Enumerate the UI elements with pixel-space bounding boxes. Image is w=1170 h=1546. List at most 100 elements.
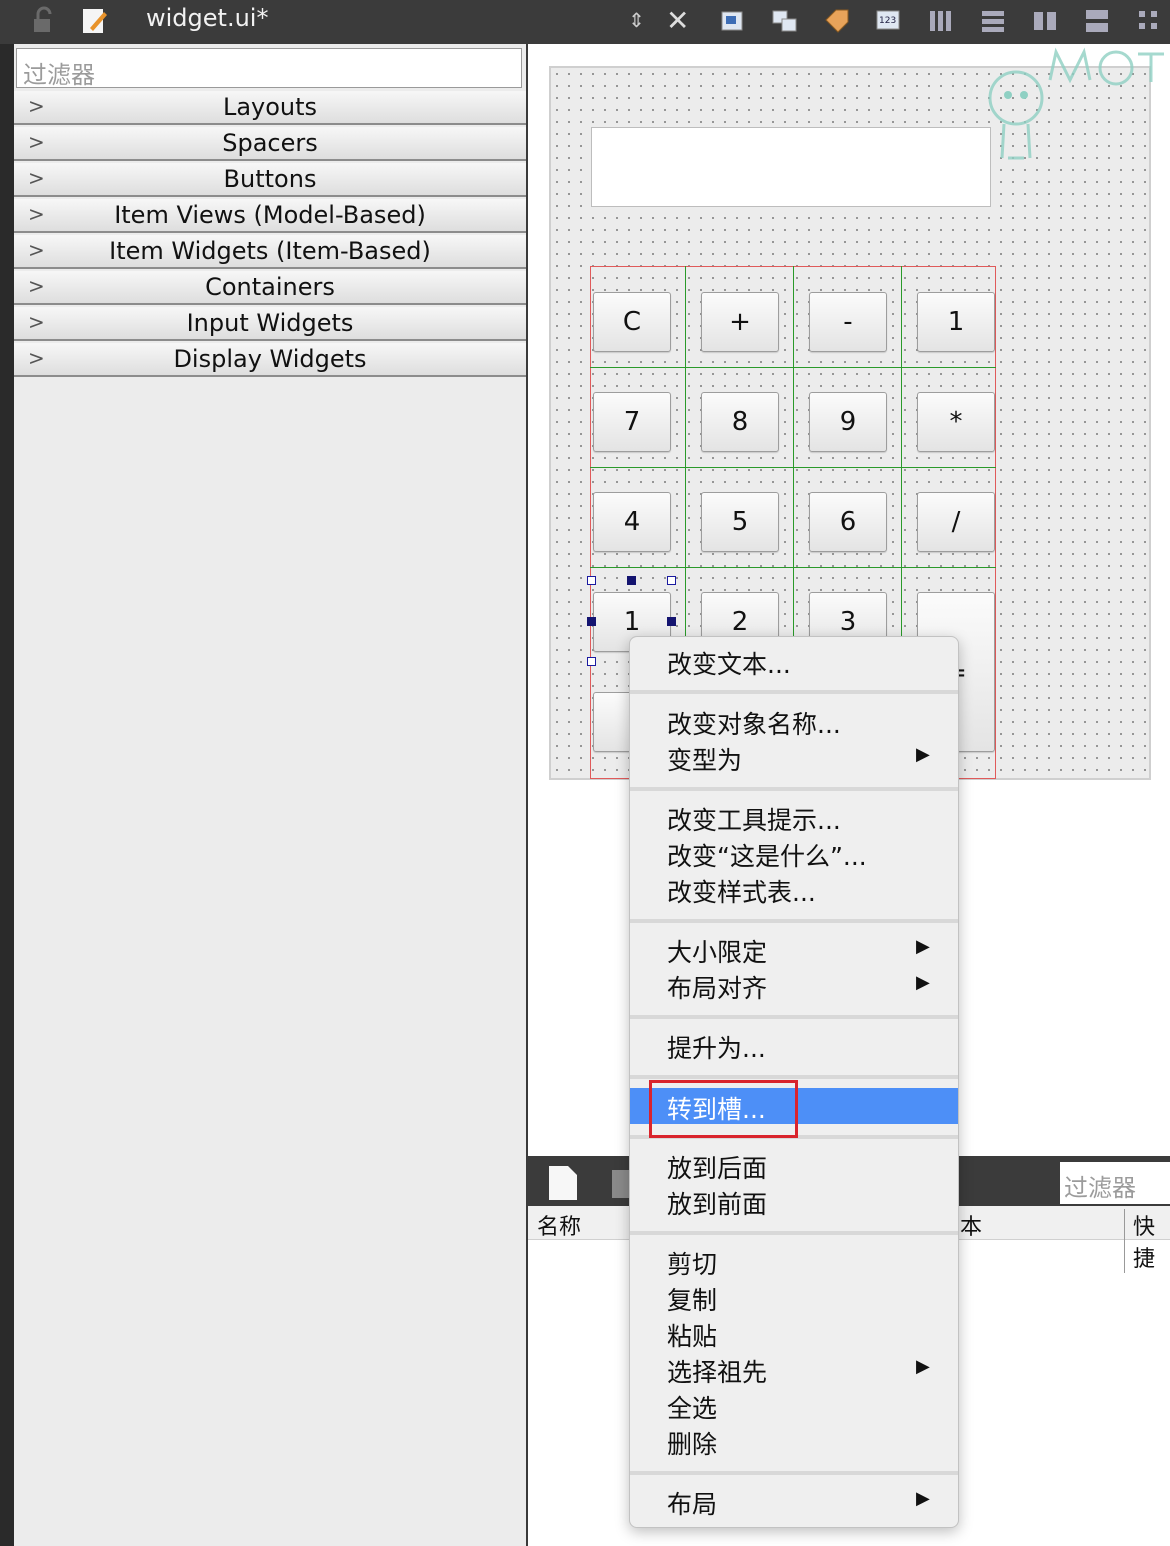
menu-item-label: 选择祖先 xyxy=(667,1358,768,1387)
menu-item-label: 布局 xyxy=(667,1490,718,1519)
document-title: widget.ui* xyxy=(146,4,269,32)
edit-tab-order-icon[interactable]: 123 xyxy=(874,6,904,36)
selection-handle[interactable] xyxy=(587,576,596,585)
menu-item-label: 剪切 xyxy=(667,1250,718,1279)
menu-separator xyxy=(630,787,958,791)
calc-button-minus[interactable]: - xyxy=(809,292,887,352)
menu-separator xyxy=(630,919,958,923)
submenu-arrow-icon: ▶ xyxy=(916,1356,930,1377)
annotation-highlight-box xyxy=(649,1080,798,1138)
category-label: Containers xyxy=(205,273,335,301)
menu-item-label: 放到前面 xyxy=(667,1190,768,1219)
menu-item-morph-into[interactable]: 变型为 ▶ xyxy=(630,739,958,775)
layout-grid-icon[interactable] xyxy=(1134,6,1164,36)
edit-widgets-icon[interactable] xyxy=(718,6,748,36)
menu-item-label: 布局对齐 xyxy=(667,974,768,1003)
category-item-views[interactable]: > Item Views (Model-Based) xyxy=(14,199,526,233)
menu-item-label: 改变文本... xyxy=(667,650,791,679)
calc-button-multiply[interactable]: * xyxy=(917,392,995,452)
selection-handle[interactable] xyxy=(667,576,676,585)
menu-item-cut[interactable]: 剪切 xyxy=(630,1243,958,1279)
selection-handle[interactable] xyxy=(587,657,596,666)
category-input-widgets[interactable]: > Input Widgets xyxy=(14,307,526,341)
menu-item-label: 改变样式表... xyxy=(667,878,816,907)
menu-item-change-stylesheet[interactable]: 改变样式表... xyxy=(630,871,958,907)
category-spacers[interactable]: > Spacers xyxy=(14,127,526,161)
menu-item-bring-to-front[interactable]: 放到前面 xyxy=(630,1183,958,1219)
menu-item-label: 放到后面 xyxy=(667,1154,768,1183)
menu-item-change-whats-this[interactable]: 改变“这是什么”... xyxy=(630,835,958,871)
category-label: Display Widgets xyxy=(173,345,367,373)
menu-item-label: 全选 xyxy=(667,1394,718,1423)
calc-button-divide[interactable]: / xyxy=(917,492,995,552)
menu-item-label: 改变“这是什么”... xyxy=(667,842,867,871)
lock-icon[interactable] xyxy=(28,6,58,36)
menu-separator xyxy=(630,690,958,694)
menu-item-change-text[interactable]: 改变文本... xyxy=(630,643,958,679)
left-edge-strip xyxy=(0,44,14,1546)
calc-button-digit[interactable]: 6 xyxy=(809,492,887,552)
calc-button-digit[interactable]: 8 xyxy=(701,392,779,452)
menu-item-promote-to[interactable]: 提升为... xyxy=(630,1027,958,1063)
menu-item-label: 删除 xyxy=(667,1430,718,1459)
submenu-arrow-icon: ▶ xyxy=(916,972,930,993)
menu-item-label: 复制 xyxy=(667,1286,718,1315)
menu-item-layout-alignment[interactable]: 布局对齐 ▶ xyxy=(630,967,958,1003)
edit-buddies-icon[interactable] xyxy=(822,6,852,36)
menu-item-select-ancestor[interactable]: 选择祖先 ▶ xyxy=(630,1351,958,1387)
selection-handle[interactable] xyxy=(587,617,596,626)
ui-file-icon xyxy=(83,9,107,33)
category-layouts[interactable]: > Layouts xyxy=(14,91,526,125)
menu-item-copy[interactable]: 复制 xyxy=(630,1279,958,1315)
layout-splitter-vertical-icon[interactable] xyxy=(1082,6,1112,36)
close-document-icon[interactable]: ✕ xyxy=(666,4,689,37)
menu-item-layout[interactable]: 布局 ▶ xyxy=(630,1483,958,1519)
column-header-shortcut[interactable]: 快捷 xyxy=(1124,1209,1170,1273)
category-label: Layouts xyxy=(222,93,318,121)
calc-button-digit[interactable]: 5 xyxy=(701,492,779,552)
category-label: Item Widgets (Item-Based) xyxy=(109,237,431,265)
menu-separator xyxy=(630,1075,958,1079)
menu-item-select-all[interactable]: 全选 xyxy=(630,1387,958,1423)
menu-item-label: 改变工具提示... xyxy=(667,806,841,835)
display-line-edit[interactable] xyxy=(591,127,991,207)
widget-filter-input[interactable]: 过滤器 xyxy=(16,48,522,89)
menu-item-paste[interactable]: 粘贴 xyxy=(630,1315,958,1351)
menu-item-change-object-name[interactable]: 改变对象名称... xyxy=(630,703,958,739)
calc-button-clear[interactable]: C xyxy=(593,292,671,352)
watermark-logo xyxy=(988,47,1164,160)
category-containers[interactable]: > Containers xyxy=(14,271,526,305)
layout-horizontal-icon[interactable] xyxy=(926,6,956,36)
category-label: Item Views (Model-Based) xyxy=(114,201,426,229)
calc-button-digit[interactable]: 4 xyxy=(593,492,671,552)
layout-vertical-icon[interactable] xyxy=(978,6,1008,36)
menu-item-delete[interactable]: 删除 xyxy=(630,1423,958,1459)
grid-line xyxy=(590,467,996,468)
column-header-name[interactable]: 名称 xyxy=(537,1209,581,1241)
column-header-text[interactable]: 本 xyxy=(960,1209,982,1241)
document-switch-icon[interactable]: ⇕ xyxy=(628,8,645,32)
category-item-widgets[interactable]: > Item Widgets (Item-Based) xyxy=(14,235,526,269)
menu-item-change-tooltip[interactable]: 改变工具提示... xyxy=(630,799,958,835)
calc-button-digit[interactable]: 9 xyxy=(809,392,887,452)
edit-signals-slots-icon[interactable] xyxy=(770,6,800,36)
calc-button-digit[interactable]: 7 xyxy=(593,392,671,452)
layout-splitter-horizontal-icon[interactable] xyxy=(1030,6,1060,36)
folder-icon[interactable] xyxy=(610,1164,630,1202)
submenu-arrow-icon: ▶ xyxy=(916,936,930,957)
selection-handle[interactable] xyxy=(667,617,676,626)
category-label: Spacers xyxy=(222,129,318,157)
calc-button-digit[interactable]: 1 xyxy=(917,292,995,352)
menu-item-label: 粘贴 xyxy=(667,1322,718,1351)
new-document-icon[interactable] xyxy=(546,1164,580,1202)
category-label: Input Widgets xyxy=(186,309,354,337)
selection-handle[interactable] xyxy=(627,576,636,585)
category-buttons[interactable]: > Buttons xyxy=(14,163,526,197)
menu-item-size-constraints[interactable]: 大小限定 ▶ xyxy=(630,931,958,967)
menu-separator xyxy=(630,1231,958,1235)
calc-button-plus[interactable]: + xyxy=(701,292,779,352)
signal-slot-filter-input[interactable]: 过滤器 xyxy=(1060,1162,1170,1204)
menu-item-send-to-back[interactable]: 放到后面 xyxy=(630,1147,958,1183)
category-display-widgets[interactable]: > Display Widgets xyxy=(14,343,526,377)
svg-text:123: 123 xyxy=(879,16,896,26)
